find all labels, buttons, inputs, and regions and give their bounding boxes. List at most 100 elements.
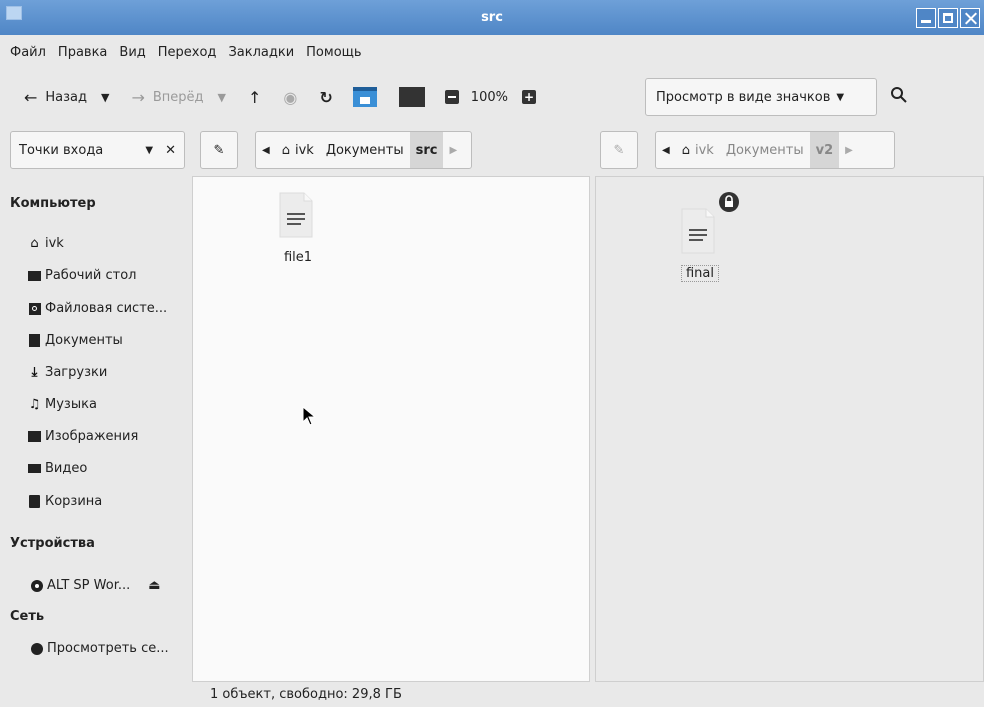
home-icon: ⌂ bbox=[30, 236, 39, 251]
sidebar: Компьютер ⌂ ivk Рабочий стол Файловая си… bbox=[0, 176, 192, 682]
places-select[interactable]: Точки входа ▼ ✕ bbox=[10, 131, 185, 169]
sidebar-item-videos[interactable]: Видео bbox=[28, 461, 87, 476]
close-sidebar-icon[interactable]: ✕ bbox=[165, 143, 176, 158]
sidebar-item-label: Файловая систе... bbox=[45, 301, 168, 316]
sidebar-item-label: Музыка bbox=[45, 397, 97, 412]
right-file-pane[interactable]: final bbox=[595, 176, 984, 682]
music-icon: ♫ bbox=[28, 397, 41, 412]
minimize-button[interactable] bbox=[916, 8, 936, 28]
sidebar-item-label: Корзина bbox=[45, 494, 103, 509]
sidebar-item-label: Видео bbox=[45, 461, 88, 476]
menu-go[interactable]: Переход bbox=[158, 45, 217, 60]
sidebar-item-label: Просмотреть се... bbox=[47, 641, 169, 656]
menu-edit[interactable]: Правка bbox=[58, 45, 107, 60]
maximize-button[interactable] bbox=[938, 8, 958, 28]
sidebar-item-documents[interactable]: Документы bbox=[28, 333, 123, 348]
desktop-icon bbox=[28, 269, 41, 282]
breadcrumb-current[interactable]: src bbox=[409, 132, 444, 168]
breadcrumb-label: ivk bbox=[694, 142, 714, 158]
sidebar-header-computer: Компьютер bbox=[10, 196, 96, 211]
computer-icon[interactable] bbox=[398, 87, 425, 107]
zoom-level: 100% bbox=[470, 89, 508, 105]
sidebar-header-devices: Устройства bbox=[10, 536, 95, 551]
up-arrow-icon[interactable]: ↑ bbox=[248, 88, 261, 107]
pencil-icon: ✎ bbox=[213, 142, 225, 158]
zoom-in-icon[interactable]: + bbox=[521, 90, 536, 104]
close-button[interactable] bbox=[960, 8, 980, 28]
breadcrumb-home[interactable]: ⌂ ivk bbox=[676, 132, 720, 168]
forward-button[interactable]: → Вперёд bbox=[131, 88, 203, 107]
status-text: 1 объект, свободно: 29,8 ГБ bbox=[210, 687, 402, 702]
back-history-dropdown-icon[interactable]: ▼ bbox=[101, 91, 109, 104]
sidebar-item-browse-network[interactable]: Просмотреть се... bbox=[30, 641, 169, 656]
image-icon bbox=[28, 430, 41, 443]
window-title: src bbox=[481, 10, 503, 25]
reload-icon[interactable]: ↻ bbox=[319, 88, 332, 107]
left-breadcrumb: ◀ ⌂ ivk Документы src ▶ bbox=[255, 131, 472, 169]
menu-bar: Файл Правка Вид Переход Закладки Помощь bbox=[0, 35, 984, 69]
breadcrumb-home[interactable]: ⌂ ivk bbox=[276, 132, 320, 168]
breadcrumb-forward-arrow-icon[interactable]: ▶ bbox=[443, 132, 463, 168]
search-icon[interactable] bbox=[890, 86, 910, 106]
drive-icon bbox=[28, 302, 41, 315]
sidebar-item-downloads[interactable]: ⤓ Загрузки bbox=[28, 365, 108, 380]
sidebar-item-label: ivk bbox=[45, 236, 64, 251]
sidebar-item-label: Загрузки bbox=[45, 365, 108, 380]
zoom-out-icon[interactable] bbox=[444, 90, 459, 104]
sidebar-item-device[interactable]: ALT SP Wor... ⏏ bbox=[30, 578, 161, 593]
document-icon bbox=[28, 334, 41, 347]
sidebar-item-filesystem[interactable]: Файловая систе... bbox=[28, 301, 167, 316]
globe-icon bbox=[30, 642, 43, 655]
back-button[interactable]: ← Назад bbox=[24, 88, 87, 107]
breadcrumb-documents[interactable]: Документы bbox=[720, 132, 810, 168]
menu-view[interactable]: Вид bbox=[119, 45, 145, 60]
sidebar-item-music[interactable]: ♫ Музыка bbox=[28, 397, 97, 412]
eject-icon[interactable]: ⏏ bbox=[148, 578, 160, 593]
home-icon: ⌂ bbox=[281, 142, 290, 158]
right-breadcrumb: ◀ ⌂ ivk Документы v2 ▶ bbox=[655, 131, 895, 169]
breadcrumb-label: Документы bbox=[725, 142, 804, 158]
text-file-icon[interactable] bbox=[277, 191, 315, 239]
left-file-pane[interactable]: file1 bbox=[192, 176, 590, 682]
edit-path-button[interactable]: ✎ bbox=[200, 131, 238, 169]
file-name-label[interactable]: final bbox=[681, 265, 719, 282]
sidebar-item-trash[interactable]: Корзина bbox=[28, 494, 102, 509]
mouse-cursor-icon bbox=[302, 406, 316, 426]
disc-icon bbox=[30, 579, 43, 592]
breadcrumb-current[interactable]: v2 bbox=[809, 132, 840, 168]
forward-history-dropdown-icon[interactable]: ▼ bbox=[218, 91, 226, 104]
breadcrumb-back-arrow-icon[interactable]: ◀ bbox=[256, 132, 276, 168]
edit-path-button-right[interactable]: ✎ bbox=[600, 131, 638, 169]
sidebar-item-label: Рабочий стол bbox=[45, 268, 137, 283]
view-mode-select[interactable]: Просмотр в виде значков ▼ bbox=[645, 78, 877, 116]
video-icon bbox=[28, 462, 41, 475]
trash-icon bbox=[28, 495, 41, 508]
sidebar-item-desktop[interactable]: Рабочий стол bbox=[28, 268, 136, 283]
sidebar-item-label: Изображения bbox=[45, 429, 139, 444]
breadcrumb-documents[interactable]: Документы bbox=[320, 132, 410, 168]
lock-icon bbox=[719, 192, 739, 212]
text-file-icon[interactable] bbox=[679, 207, 717, 255]
menu-file[interactable]: Файл bbox=[10, 45, 46, 60]
breadcrumb-label: ivk bbox=[294, 142, 314, 158]
breadcrumb-label: Документы bbox=[325, 142, 404, 158]
breadcrumb-back-arrow-icon[interactable]: ◀ bbox=[656, 132, 676, 168]
download-icon: ⤓ bbox=[31, 365, 38, 380]
sidebar-item-pictures[interactable]: Изображения bbox=[28, 429, 138, 444]
arrow-right-icon: → bbox=[131, 87, 145, 107]
breadcrumb-forward-arrow-icon[interactable]: ▶ bbox=[839, 132, 859, 168]
app-icon bbox=[6, 6, 22, 20]
sidebar-header-network: Сеть bbox=[10, 609, 45, 624]
home-folder-icon[interactable] bbox=[352, 87, 377, 107]
file-name-label[interactable]: file1 bbox=[273, 250, 323, 265]
dropdown-arrow-icon: ▼ bbox=[836, 91, 845, 103]
sidebar-item-home[interactable]: ⌂ ivk bbox=[28, 236, 64, 251]
menu-bookmarks[interactable]: Закладки bbox=[228, 45, 294, 60]
menu-help[interactable]: Помощь bbox=[306, 45, 361, 60]
sidebar-item-label: Документы bbox=[45, 333, 123, 348]
stop-icon[interactable]: ◉ bbox=[283, 88, 297, 107]
home-icon: ⌂ bbox=[681, 142, 690, 158]
breadcrumb-label: v2 bbox=[815, 142, 834, 158]
places-select-label: Точки входа bbox=[19, 142, 104, 158]
back-label: Назад bbox=[45, 89, 88, 105]
